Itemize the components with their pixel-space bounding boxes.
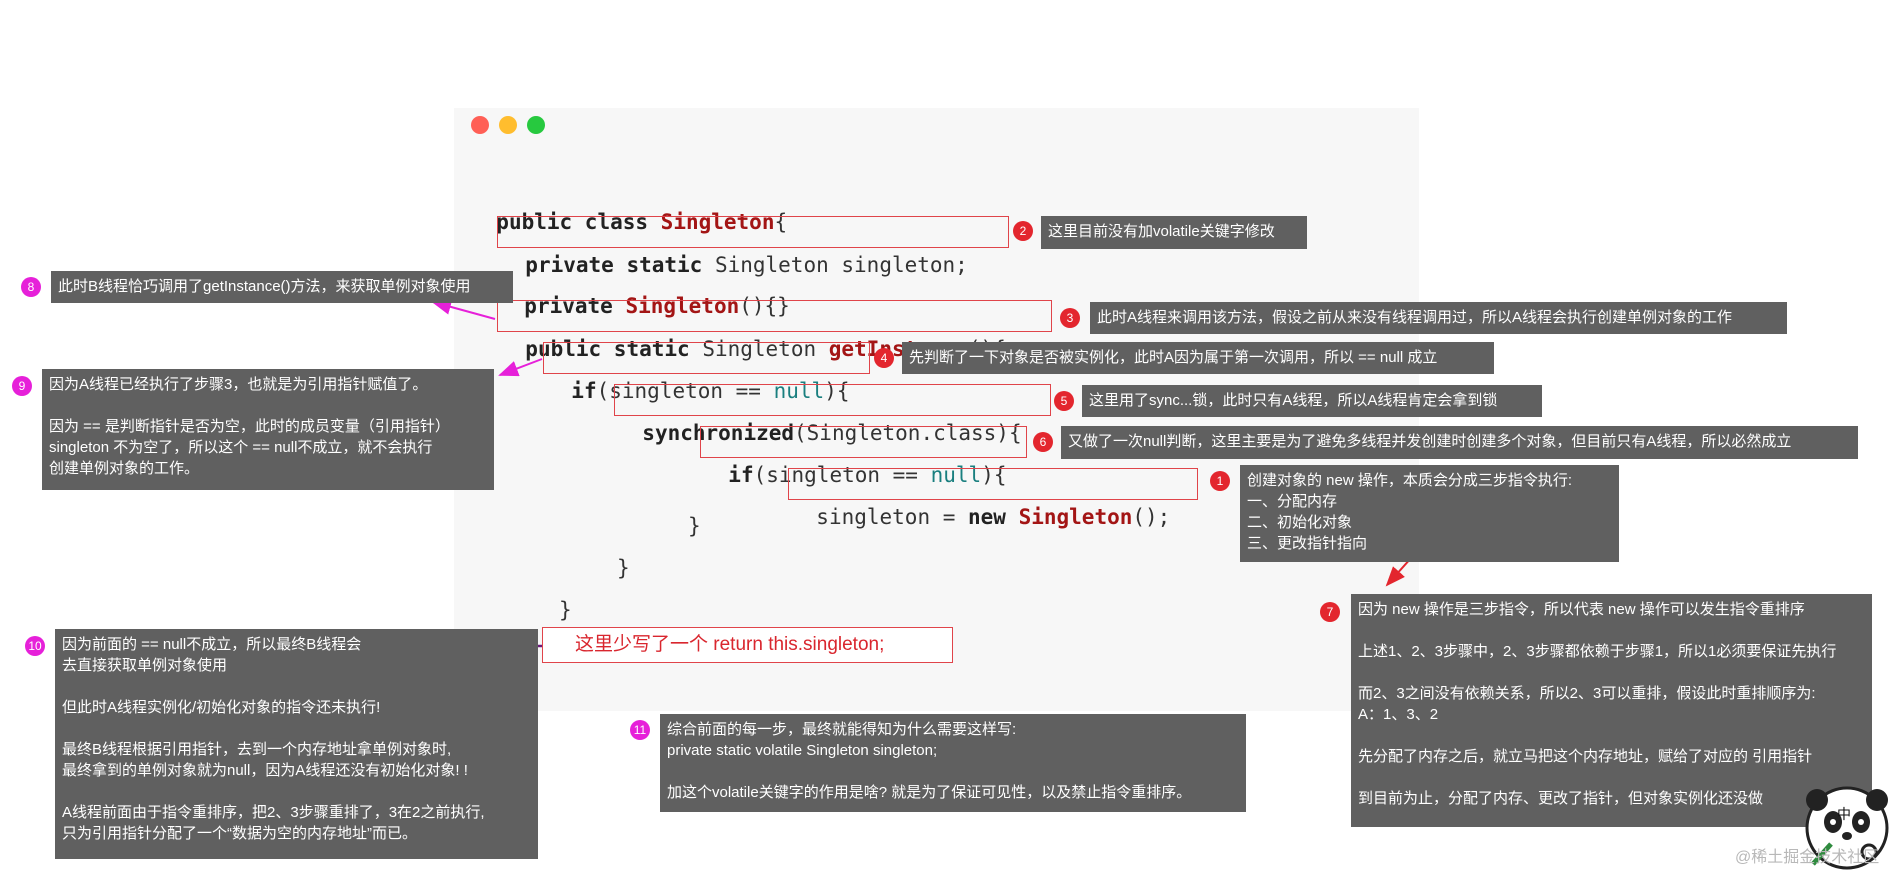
callout-8: 此时B线程恰巧调用了getInstance()方法，来获取单例对象使用 — [51, 271, 513, 303]
badge-10: 10 — [25, 636, 45, 656]
badge-5: 5 — [1054, 391, 1074, 411]
callout-3: 此时A线程来调用该方法，假设之前从来没有线程调用过，所以A线程会执行创建单例对象… — [1090, 302, 1787, 334]
callout-4: 先判断了一下对象是否被实例化，此时A因为属于第一次调用，所以 == null 成… — [902, 342, 1494, 374]
badge-7: 7 — [1320, 602, 1340, 622]
callout-2: 这里目前没有加volatile关键字修改 — [1041, 216, 1307, 249]
callout-7: 因为 new 操作是三步指令，所以代表 new 操作可以发生指令重排序 上述1、… — [1351, 594, 1872, 827]
badge-6: 6 — [1033, 432, 1053, 452]
arrow-step9 — [498, 358, 543, 377]
badge-2: 2 — [1013, 221, 1033, 241]
callout-11: 综合前面的每一步，最终就能得知为什么需要这样写: private static … — [660, 714, 1246, 812]
badge-1: 1 — [1210, 471, 1230, 491]
callout-10: 因为前面的 == null不成立，所以最终B线程会 去直接获取单例对象使用 但此… — [55, 629, 538, 859]
badge-8: 8 — [21, 277, 41, 297]
avatar-label: 中 — [1837, 806, 1851, 822]
badge-9: 9 — [12, 376, 32, 396]
watermark: @稀土掘金技术社区 — [1735, 849, 1880, 866]
badge-4: 4 — [874, 348, 894, 368]
arrow-step8 — [431, 299, 496, 320]
callout-9: 因为A线程已经执行了步骤3，也就是为引用指针赋值了。 因为 == 是判断指针是否… — [42, 369, 494, 490]
callout-5: 这里用了sync...锁，此时只有A线程，所以A线程肯定会拿到锁 — [1082, 385, 1542, 417]
badge-11: 11 — [630, 720, 650, 740]
callout-1: 创建对象的 new 操作，本质会分成三步指令执行: 一、分配内存 二、初始化对象… — [1240, 465, 1619, 562]
callout-6: 又做了一次null判断，这里主要是为了避免多线程并发创建时创建多个对象，但目前只… — [1061, 426, 1858, 459]
badge-3: 3 — [1060, 308, 1080, 328]
